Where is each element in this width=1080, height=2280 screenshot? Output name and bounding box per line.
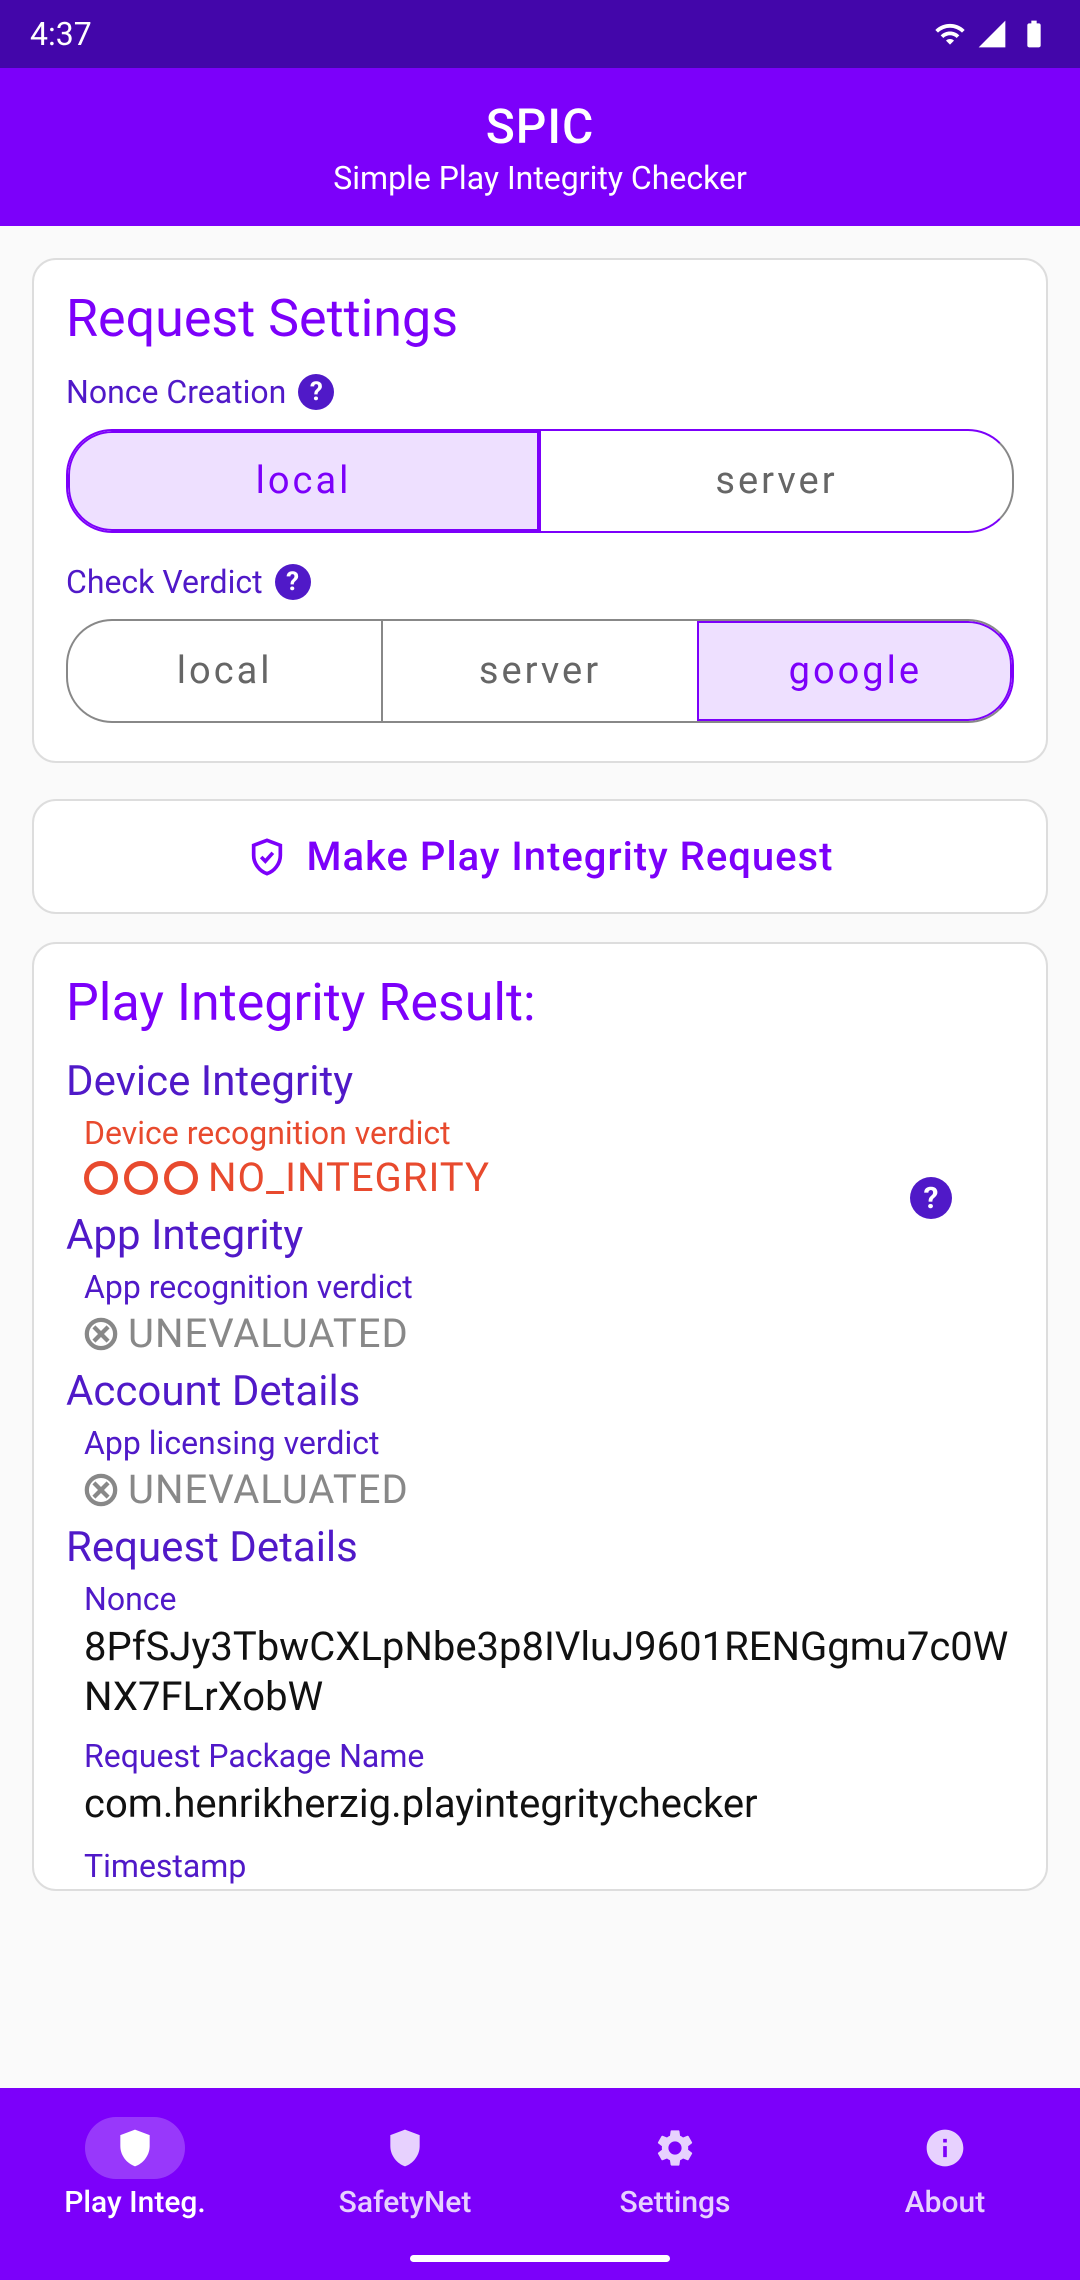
signal-icon (976, 18, 1008, 50)
account-verdict-value: UNEVALUATED (128, 1466, 409, 1513)
battery-icon (1018, 18, 1050, 50)
app-licensing-label: App licensing verdict (84, 1424, 1014, 1462)
nav-label: SafetyNet (339, 2185, 472, 2220)
request-details-heading: Request Details (66, 1523, 1014, 1572)
nav-label: Settings (619, 2185, 730, 2220)
main-content: Request Settings Nonce Creation ? local … (0, 226, 1080, 2088)
package-name-value: com.henrikherzig.playintegritychecker (84, 1779, 1014, 1829)
request-settings-title: Request Settings (66, 288, 1014, 349)
nav-label: About (905, 2185, 985, 2220)
device-verdict-row: NO_INTEGRITY (84, 1154, 1014, 1201)
nonce-label: Nonce (84, 1580, 1014, 1618)
nonce-option-server[interactable]: server (539, 431, 1012, 531)
nonce-option-local[interactable]: local (68, 431, 539, 531)
app-bar: SPIC Simple Play Integrity Checker (0, 68, 1080, 226)
result-card: Play Integrity Result: Device Integrity … (32, 942, 1048, 1891)
device-integrity-heading: Device Integrity (66, 1057, 1014, 1106)
verdict-option-server[interactable]: server (381, 621, 696, 721)
make-request-label: Make Play Integrity Request (307, 833, 834, 880)
check-verdict-label: Check Verdict (66, 563, 263, 601)
info-icon (923, 2126, 967, 2170)
timestamp-label: Timestamp (84, 1847, 1014, 1885)
account-details-heading: Account Details (66, 1367, 1014, 1416)
nav-label: Play Integ. (64, 2185, 206, 2220)
app-subtitle: Simple Play Integrity Checker (333, 159, 747, 197)
integrity-circles-icon (84, 1161, 198, 1195)
package-name-label: Request Package Name (84, 1737, 1014, 1775)
nav-about[interactable]: About (810, 2088, 1080, 2280)
bottom-nav: Play Integ. SafetyNet Settings About (0, 2088, 1080, 2280)
account-verdict-row: UNEVALUATED (84, 1466, 1014, 1513)
shield-check-icon (247, 837, 287, 877)
status-icons (934, 18, 1050, 50)
nav-settings[interactable]: Settings (540, 2088, 810, 2280)
shield-check-filled-icon (113, 2126, 157, 2170)
home-indicator[interactable] (410, 2255, 670, 2262)
device-recognition-label: Device recognition verdict (84, 1114, 1014, 1152)
nonce-creation-row: Nonce Creation ? (66, 373, 1014, 411)
device-verdict-value: NO_INTEGRITY (208, 1154, 490, 1201)
gear-icon (653, 2126, 697, 2170)
unevaluated-icon (84, 1317, 118, 1351)
status-time: 4:37 (30, 15, 92, 53)
app-verdict-value: UNEVALUATED (128, 1310, 409, 1357)
verdict-segmented-control: local server google (66, 619, 1014, 723)
wifi-icon (934, 18, 966, 50)
unevaluated-icon (84, 1473, 118, 1507)
app-verdict-row: UNEVALUATED (84, 1310, 1014, 1357)
nonce-creation-label: Nonce Creation (66, 373, 286, 411)
app-title: SPIC (486, 98, 595, 155)
nav-safetynet[interactable]: SafetyNet (270, 2088, 540, 2280)
result-title: Play Integrity Result: (66, 972, 1014, 1033)
make-request-button[interactable]: Make Play Integrity Request (32, 799, 1048, 914)
nav-play-integrity[interactable]: Play Integ. (0, 2088, 270, 2280)
help-icon[interactable]: ? (298, 374, 334, 410)
shield-icon (383, 2126, 427, 2170)
help-icon[interactable]: ? (275, 564, 311, 600)
nonce-segmented-control: local server (66, 429, 1014, 533)
verdict-option-local[interactable]: local (68, 621, 381, 721)
check-verdict-row: Check Verdict ? (66, 563, 1014, 601)
request-settings-card: Request Settings Nonce Creation ? local … (32, 258, 1048, 763)
app-recognition-label: App recognition verdict (84, 1268, 1014, 1306)
help-icon[interactable]: ? (910, 1177, 952, 1219)
status-bar: 4:37 (0, 0, 1080, 68)
verdict-option-google[interactable]: google (697, 621, 1012, 721)
nonce-value: 8PfSJy3TbwCXLpNbe3p8IVluJ9601RENGgmu7c0W… (84, 1622, 1014, 1721)
app-integrity-heading: App Integrity (66, 1211, 1014, 1260)
